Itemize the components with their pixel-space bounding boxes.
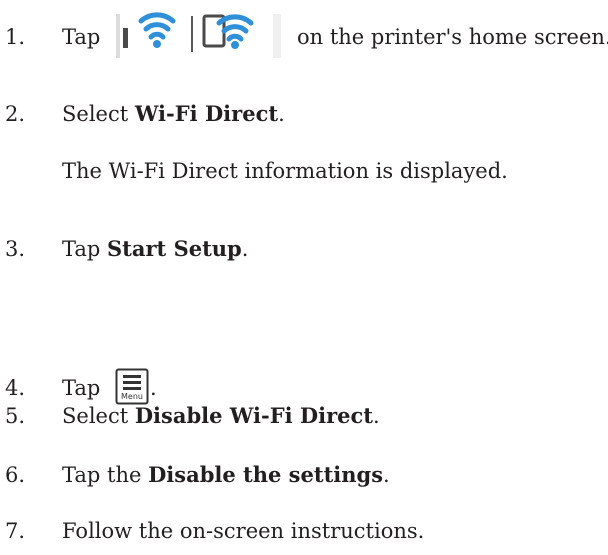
step-text-after: . (383, 463, 390, 487)
step-text: Select Wi-Fi Direct. (62, 101, 285, 127)
step-number: 3. (5, 237, 26, 261)
step-text-before: Select (62, 404, 135, 428)
step-text-after: . (150, 376, 157, 400)
menu-icon-label: Menu (121, 392, 143, 401)
step-text-before: Tap (62, 237, 108, 261)
step-number: 2. (5, 102, 26, 126)
step-text: Follow the on-screen instructions. (62, 519, 425, 543)
step-text-before: Tap (62, 376, 101, 400)
step-text-before: Tap the (62, 463, 149, 487)
menu-icon: Menu (115, 368, 149, 405)
step-2-note: The Wi-Fi Direct information is displaye… (62, 159, 508, 183)
step-text-before: Tap (62, 25, 101, 49)
step-number: 1. (5, 25, 26, 49)
step-ui-term: Start Setup (107, 236, 242, 261)
step-text: Tap Start Setup. (62, 236, 248, 262)
step-text-after: . (241, 237, 249, 261)
step-text-after: . (278, 102, 285, 126)
step-number: 7. (5, 519, 26, 543)
step-ui-term: Disable the settings (148, 462, 384, 487)
step-number: 5. (5, 404, 26, 428)
step-text-before: Select (62, 102, 135, 126)
step-number: 6. (5, 463, 26, 487)
step-text-after: . (373, 404, 380, 428)
wifi-direct-status-icon (115, 8, 282, 60)
step-text: Tap the Disable the settings. (62, 462, 390, 488)
step-text: Select Disable Wi-Fi Direct. (62, 403, 380, 429)
step-ui-term: Disable Wi-Fi Direct (134, 403, 374, 428)
step-number: 4. (5, 376, 26, 400)
step-ui-term: Wi-Fi Direct (134, 101, 279, 126)
step-text-after: on the printer's home screen. (297, 25, 608, 49)
